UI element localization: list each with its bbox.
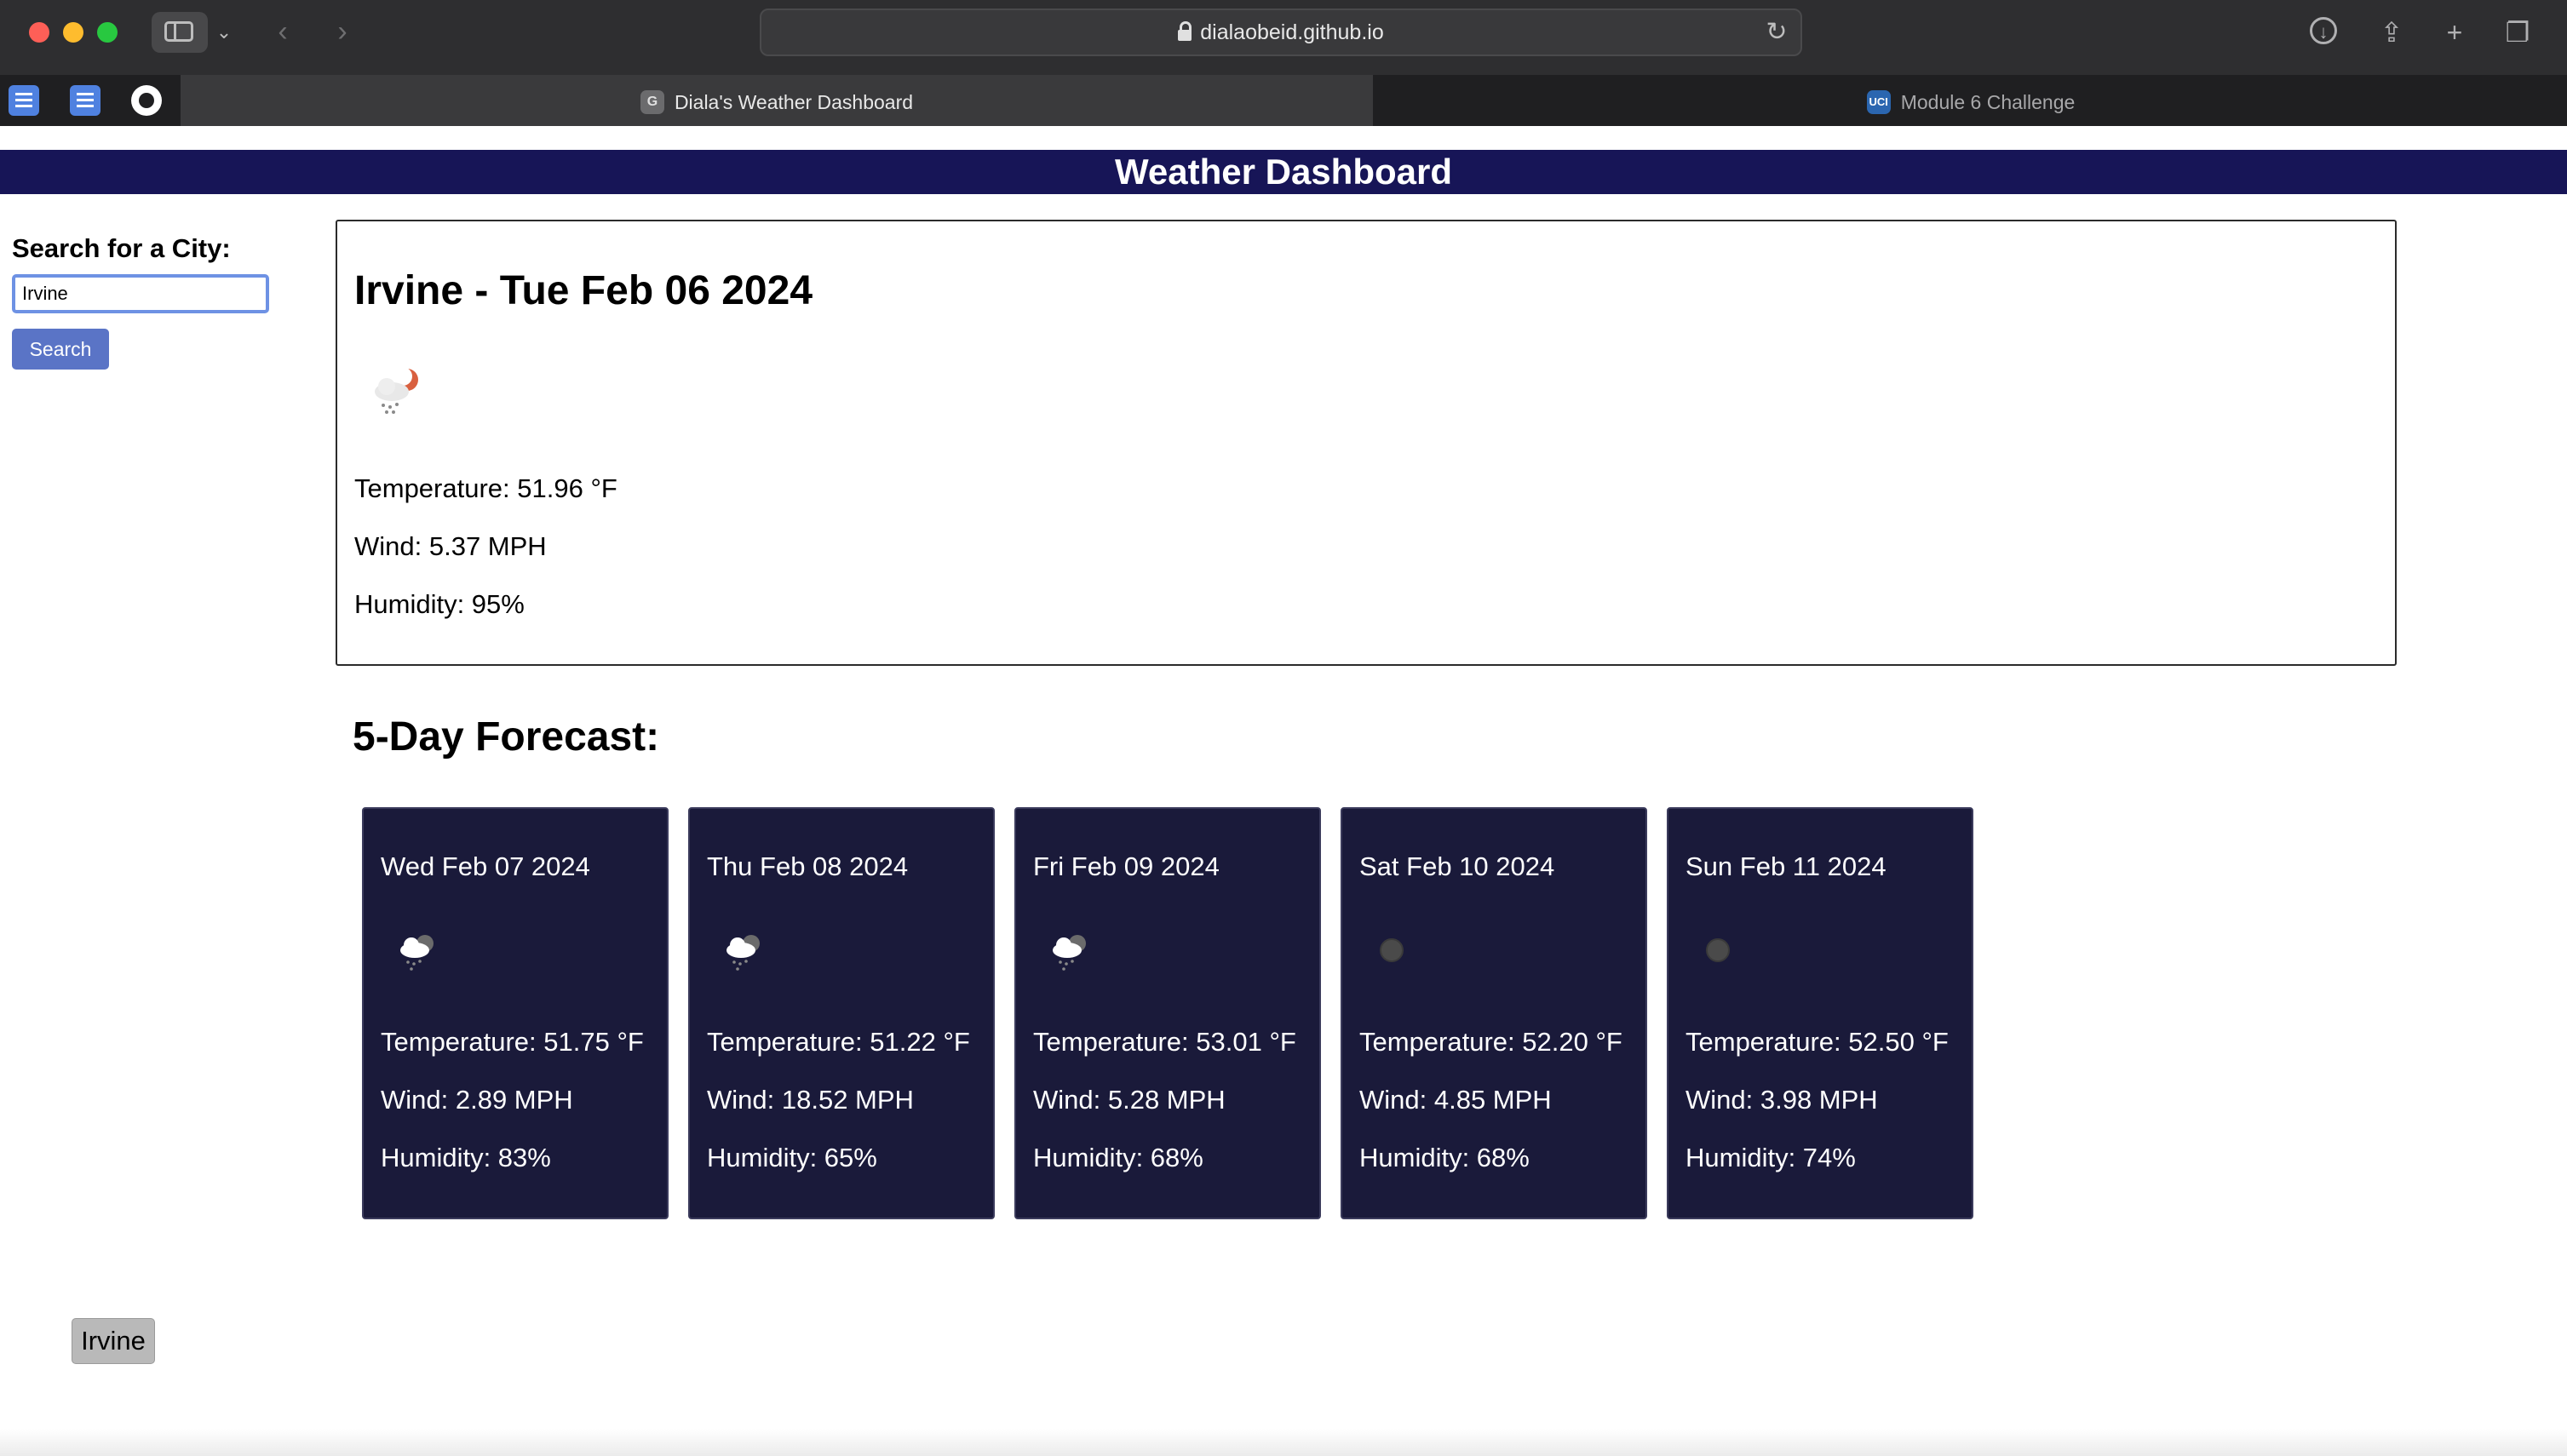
- site-header: Weather Dashboard: [0, 150, 2567, 194]
- forecast-temperature: Temperature: 51.22 °F: [707, 1027, 970, 1057]
- sidebar-toggle-button[interactable]: [152, 12, 208, 53]
- forecast-date: Sat Feb 10 2024: [1359, 851, 1555, 881]
- share-icon[interactable]: ⇪: [2373, 14, 2410, 51]
- search-button[interactable]: Search: [12, 329, 109, 370]
- forecast-card: Thu Feb 08 2024 Temperature: 51.22 °F Wi…: [688, 807, 995, 1219]
- tab-favicon: G: [640, 89, 664, 114]
- current-weather-card: Irvine - Tue Feb 06 2024 Temperature: 51…: [336, 220, 2397, 666]
- docs-icon[interactable]: [70, 85, 100, 116]
- forecast-card: Fri Feb 09 2024 Temperature: 53.01 °F Wi…: [1014, 807, 1321, 1219]
- downloads-icon[interactable]: ↓: [2310, 17, 2337, 44]
- zoom-window-button[interactable]: [97, 22, 118, 43]
- forecast-temperature: Temperature: 52.20 °F: [1359, 1027, 1622, 1057]
- tab-module-6-challenge[interactable]: UCI Module 6 Challenge: [1375, 75, 2567, 126]
- forecast-humidity: Humidity: 65%: [707, 1143, 877, 1172]
- forecast-title: 5-Day Forecast:: [353, 714, 660, 760]
- search-history-button[interactable]: Irvine: [72, 1318, 155, 1364]
- tab-weather-dashboard[interactable]: G Diala's Weather Dashboard: [181, 75, 1373, 126]
- page-title: Weather Dashboard: [1115, 152, 1452, 192]
- tab-favicon: UCI: [1866, 89, 1891, 114]
- forecast-date: Thu Feb 08 2024: [707, 851, 909, 881]
- address-bar[interactable]: dialaobeid.github.io ↻: [760, 9, 1802, 56]
- chevron-down-icon[interactable]: ⌄: [211, 12, 237, 53]
- close-window-button[interactable]: [29, 22, 49, 43]
- forecast-date: Wed Feb 07 2024: [381, 851, 590, 881]
- sidebar-icon: [164, 21, 193, 42]
- docs-icon[interactable]: [9, 85, 39, 116]
- search-label: Search for a City:: [12, 233, 231, 263]
- forecast-wind: Wind: 3.98 MPH: [1685, 1085, 1878, 1115]
- reload-icon[interactable]: ↻: [1761, 17, 1792, 48]
- github-icon[interactable]: [131, 85, 162, 116]
- tab-bar: G Diala's Weather Dashboard UCI Module 6 C…: [0, 75, 2567, 126]
- tab-title: Module 6 Challenge: [1900, 90, 2076, 113]
- current-temperature: Temperature: 51.96 °F: [354, 473, 617, 503]
- rain-cloud-icon: [726, 935, 760, 971]
- forecast-wind: Wind: 18.52 MPH: [707, 1085, 914, 1115]
- tab-title: Diala's Weather Dashboard: [674, 90, 914, 113]
- forecast-humidity: Humidity: 83%: [381, 1143, 551, 1172]
- forecast-wind: Wind: 2.89 MPH: [381, 1085, 573, 1115]
- clear-night-icon: [1380, 938, 1404, 962]
- forecast-date: Sun Feb 11 2024: [1685, 851, 1886, 881]
- forward-arrow-icon[interactable]: ›: [327, 11, 358, 52]
- rain-cloud-icon: [1053, 935, 1086, 971]
- clear-night-icon: [1706, 938, 1730, 962]
- page-bottom-shadow: [0, 1429, 2567, 1456]
- forecast-card: Wed Feb 07 2024 Temperature: 51.75 °F Wi…: [362, 807, 669, 1219]
- back-arrow-icon[interactable]: ‹: [267, 11, 298, 52]
- rain-cloud-icon: [400, 935, 434, 971]
- forecast-wind: Wind: 4.85 MPH: [1359, 1085, 1552, 1115]
- tab-content: UCI Module 6 Challenge: [1375, 75, 2567, 126]
- new-tab-icon[interactable]: +: [2436, 14, 2473, 51]
- current-weather-title: Irvine - Tue Feb 06 2024: [354, 268, 813, 313]
- forecast-wind: Wind: 5.28 MPH: [1033, 1085, 1226, 1115]
- forecast-card: Sat Feb 10 2024 Temperature: 52.20 °F Wi…: [1341, 807, 1647, 1219]
- forecast-humidity: Humidity: 68%: [1359, 1143, 1530, 1172]
- current-humidity: Humidity: 95%: [354, 589, 525, 619]
- forecast-card: Sun Feb 11 2024 Temperature: 52.50 °F Wi…: [1667, 807, 1973, 1219]
- rain-night-icon: [375, 367, 418, 414]
- lock-icon: [1178, 21, 1192, 41]
- page-content: Weather Dashboard Search for a City: Sea…: [0, 126, 2567, 1456]
- forecast-temperature: Temperature: 52.50 °F: [1685, 1027, 1949, 1057]
- city-search-input[interactable]: [12, 274, 269, 313]
- address-url-row: dialaobeid.github.io: [761, 10, 1800, 54]
- forecast-date: Fri Feb 09 2024: [1033, 851, 1220, 881]
- forecast-temperature: Temperature: 51.75 °F: [381, 1027, 644, 1057]
- minimize-window-button[interactable]: [63, 22, 83, 43]
- tab-content: G Diala's Weather Dashboard: [181, 75, 1373, 126]
- forecast-humidity: Humidity: 68%: [1033, 1143, 1203, 1172]
- current-wind: Wind: 5.37 MPH: [354, 531, 547, 561]
- address-url: dialaobeid.github.io: [1200, 20, 1384, 44]
- tab-overview-icon[interactable]: ❐: [2499, 14, 2536, 51]
- browser-toolbar: ⌄ ‹ › dialaobeid.github.io ↻ ↓ ⇪ + ❐: [0, 0, 2567, 75]
- forecast-temperature: Temperature: 53.01 °F: [1033, 1027, 1296, 1057]
- forecast-humidity: Humidity: 74%: [1685, 1143, 1856, 1172]
